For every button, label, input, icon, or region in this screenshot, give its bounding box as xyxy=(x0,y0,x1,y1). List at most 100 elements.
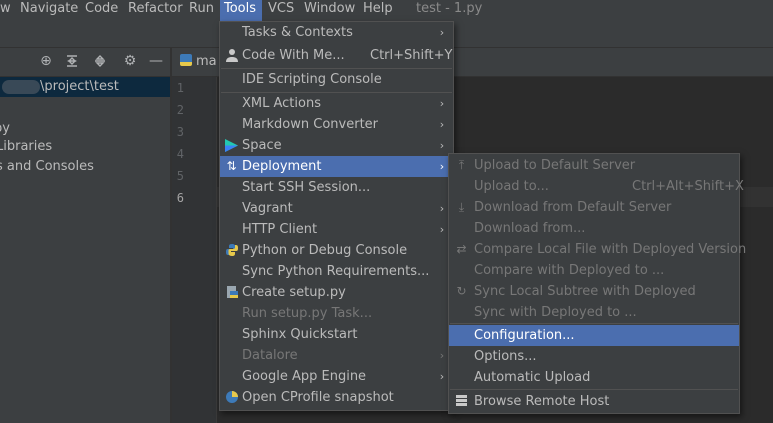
menu-item-label: Open CProfile snapshot xyxy=(242,390,394,405)
chevron-right-icon: › xyxy=(439,223,445,236)
window-title: test - 1.py xyxy=(416,1,483,16)
menu-item-tasks-contexts[interactable]: Tasks & Contexts › xyxy=(220,22,453,43)
redacted-path xyxy=(2,80,40,94)
menu-item-create-setup-py[interactable]: Create setup.py xyxy=(220,282,453,303)
tree-row-external-libraries[interactable]: Libraries xyxy=(0,139,52,154)
server-icon xyxy=(454,394,469,409)
menu-item-sync-local-subtree[interactable]: ↻ Sync Local Subtree with Deployed xyxy=(449,281,739,302)
menu-code[interactable]: Code xyxy=(85,0,118,21)
menu-item-open-cprofile-snapshot[interactable]: Open CProfile snapshot xyxy=(220,387,453,408)
menu-tools[interactable]: Tools xyxy=(220,0,262,21)
menu-item-label: Compare with Deployed to ... xyxy=(474,263,665,278)
menu-item-configuration[interactable]: Configuration... xyxy=(449,325,739,346)
minimize-icon[interactable]: — xyxy=(148,53,164,69)
tree-row-project-root[interactable]: \project\test xyxy=(0,77,170,97)
menu-refactor[interactable]: Refactor xyxy=(128,0,183,21)
gutter-separator xyxy=(216,77,217,423)
chevron-right-icon: › xyxy=(439,118,445,131)
menu-item-label: Run setup.py Task... xyxy=(242,306,373,321)
line-number: 4 xyxy=(176,147,184,161)
locate-icon[interactable]: ⊕ xyxy=(38,53,54,69)
menu-item-sphinx-quickstart[interactable]: Sphinx Quickstart xyxy=(220,324,453,345)
menu-item-label: Configuration... xyxy=(474,328,575,343)
deployment-submenu: ⤒ Upload to Default Server Upload to... … xyxy=(448,153,746,414)
menu-item-label: Upload to Default Server xyxy=(474,158,636,173)
menu-item-label: Markdown Converter xyxy=(242,117,379,132)
menu-item-google-app-engine[interactable]: Google App Engine › xyxy=(220,366,453,387)
menu-item-xml-actions[interactable]: XML Actions › xyxy=(220,93,453,114)
menu-item-label: Start SSH Session... xyxy=(242,180,371,195)
python-file-icon xyxy=(180,54,192,66)
gear-icon[interactable]: ⚙ xyxy=(122,53,138,69)
menu-navigate[interactable]: Navigate xyxy=(20,0,78,21)
editor-tab[interactable]: ma xyxy=(180,54,217,69)
tools-menu: Tasks & Contexts › Code With Me... Ctrl+… xyxy=(219,21,454,411)
project-toolbar: ⊕ ⚙ — xyxy=(0,48,172,77)
user-icon xyxy=(224,48,239,63)
upload-icon: ⤒ xyxy=(458,158,465,172)
editor-gutter: 1 2 3 4 5 6 xyxy=(172,77,216,423)
chevron-right-icon: › xyxy=(439,26,445,39)
collapse-all-icon[interactable] xyxy=(64,53,80,69)
menu-item-label: HTTP Client xyxy=(242,222,318,237)
menu-item-vagrant[interactable]: Vagrant › xyxy=(220,198,453,219)
menu-item-download-from[interactable]: Download from... xyxy=(449,218,739,239)
menu-item-label: Python or Debug Console xyxy=(242,243,408,258)
menu-item-deployment[interactable]: ⇅ Deployment › xyxy=(220,156,453,177)
download-icon: ⤓ xyxy=(458,200,465,214)
menu-item-compare-with-deployed[interactable]: Compare with Deployed to ... xyxy=(449,260,739,281)
menu-item-browse-remote-host[interactable]: Browse Remote Host xyxy=(449,391,739,412)
menu-item-label: Automatic Upload xyxy=(474,370,591,385)
tree-row-py-file[interactable]: py xyxy=(0,121,10,136)
line-number: 3 xyxy=(176,125,184,139)
menu-item-ide-scripting-console[interactable]: IDE Scripting Console xyxy=(220,69,453,90)
menu-item-label: Vagrant xyxy=(242,201,293,216)
menu-item-options[interactable]: Options... xyxy=(449,346,739,367)
menu-item-automatic-upload[interactable]: Automatic Upload xyxy=(449,367,739,388)
menu-item-run-setup-py-task[interactable]: Run setup.py Task... xyxy=(220,303,453,324)
tree-row-scratches-consoles[interactable]: s and Consoles xyxy=(0,159,94,174)
menu-window[interactable]: Window xyxy=(304,0,355,21)
menu-view[interactable]: w xyxy=(0,0,14,21)
menu-item-label: Options... xyxy=(474,349,537,364)
menu-item-label: Compare Local File with Deployed Version xyxy=(474,242,747,257)
project-path: \project\test xyxy=(40,79,119,94)
menu-item-python-debug-console[interactable]: Python or Debug Console xyxy=(220,240,453,261)
chevron-right-icon: › xyxy=(439,97,445,110)
menu-vcs[interactable]: VCS xyxy=(268,0,294,21)
menu-item-label: Tasks & Contexts xyxy=(242,25,353,40)
project-tree: \project\test py Libraries s and Console… xyxy=(0,77,170,423)
menu-item-compare-local-file[interactable]: ⇄ Compare Local File with Deployed Versi… xyxy=(449,239,746,260)
menu-item-code-with-me[interactable]: Code With Me... Ctrl+Shift+Y xyxy=(220,45,453,66)
menu-item-label: Space xyxy=(242,138,282,153)
menu-item-label: Datalore xyxy=(242,348,298,363)
menu-item-download-default-server[interactable]: ⤓ Download from Default Server xyxy=(449,197,739,218)
chevron-right-icon: › xyxy=(439,139,445,152)
menu-item-datalore[interactable]: Datalore › xyxy=(220,345,453,366)
expand-all-icon[interactable] xyxy=(92,53,108,69)
menu-item-sync-with-deployed[interactable]: Sync with Deployed to ... xyxy=(449,302,739,323)
line-number-current: 6 xyxy=(176,191,184,205)
editor-tab-label: ma xyxy=(196,54,217,69)
chevron-right-icon: › xyxy=(439,202,445,215)
menu-item-label: Deployment xyxy=(242,159,322,174)
menu-item-label: Create setup.py xyxy=(242,285,346,300)
compare-icon: ⇄ xyxy=(456,242,467,256)
menu-separator xyxy=(450,389,738,390)
menu-item-label: IDE Scripting Console xyxy=(242,72,382,87)
menu-item-space[interactable]: Space › xyxy=(220,135,453,156)
menu-item-shortcut: Ctrl+Shift+Y xyxy=(370,48,453,63)
menu-item-upload-to[interactable]: Upload to... Ctrl+Alt+Shift+X xyxy=(449,176,744,197)
menu-help[interactable]: Help xyxy=(363,0,393,21)
menu-item-http-client[interactable]: HTTP Client › xyxy=(220,219,453,240)
menu-run[interactable]: Run xyxy=(189,0,214,21)
deployment-icon: ⇅ xyxy=(226,159,237,173)
menu-item-markdown-converter[interactable]: Markdown Converter › xyxy=(220,114,453,135)
python-icon xyxy=(224,243,239,258)
menu-item-sync-python-requirements[interactable]: Sync Python Requirements... xyxy=(220,261,453,282)
menu-item-upload-default-server[interactable]: ⤒ Upload to Default Server xyxy=(449,155,739,176)
menu-item-label: Upload to... xyxy=(474,179,549,194)
line-number: 5 xyxy=(176,169,184,183)
menu-item-shortcut: Ctrl+Alt+Shift+X xyxy=(632,179,744,194)
menu-item-start-ssh-session[interactable]: Start SSH Session... xyxy=(220,177,453,198)
